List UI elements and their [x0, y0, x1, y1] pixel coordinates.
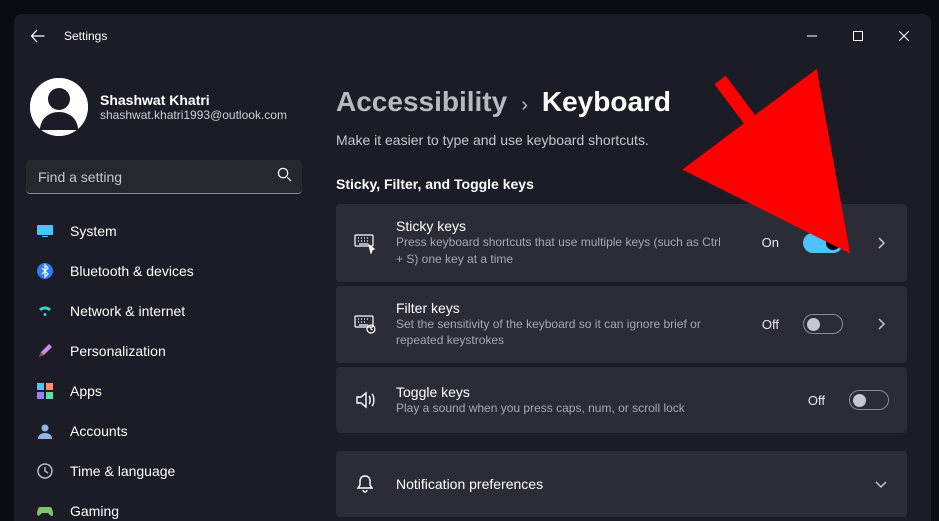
wifi-icon [36, 302, 54, 320]
sound-icon [354, 389, 376, 411]
card-description: Play a sound when you press caps, num, o… [396, 400, 726, 417]
chevron-right-icon[interactable] [873, 236, 889, 250]
close-button[interactable] [881, 20, 927, 52]
nav-label: System [70, 223, 117, 239]
toggle-keys-toggle[interactable] [849, 390, 889, 410]
nav-label: Network & internet [70, 303, 185, 319]
search-input[interactable] [26, 160, 302, 194]
avatar [30, 78, 88, 136]
filter-keys-toggle[interactable] [803, 314, 843, 334]
card-title: Toggle keys [396, 384, 788, 400]
sidebar: Shashwat Khatri shashwat.khatri1993@outl… [14, 58, 314, 521]
nav-label: Bluetooth & devices [70, 263, 194, 279]
avatar-icon [30, 78, 88, 136]
breadcrumb: Accessibility › Keyboard [336, 86, 907, 118]
nav-label: Time & language [70, 463, 175, 479]
page-description: Make it easier to type and use keyboard … [336, 132, 907, 148]
titlebar: Settings [14, 14, 931, 58]
sidebar-item-accounts[interactable]: Accounts [26, 412, 302, 450]
toggle-state-label: Off [808, 393, 825, 408]
keyboard-pointer-icon [354, 232, 376, 254]
nav-label: Accounts [70, 423, 128, 439]
sidebar-item-gaming[interactable]: Gaming [26, 492, 302, 521]
sidebar-item-personalization[interactable]: Personalization [26, 332, 302, 370]
maximize-icon [853, 31, 863, 41]
back-arrow-icon [30, 28, 46, 44]
bluetooth-icon [36, 262, 54, 280]
profile-email: shashwat.khatri1993@outlook.com [100, 108, 287, 122]
filter-keys-card[interactable]: Filter keys Set the sensitivity of the k… [336, 286, 907, 364]
sidebar-item-apps[interactable]: Apps [26, 372, 302, 410]
chevron-right-icon: › [521, 94, 528, 117]
minimize-icon [807, 31, 817, 41]
settings-window: Settings [14, 14, 931, 521]
chevron-down-icon[interactable] [873, 479, 889, 489]
toggle-state-label: On [762, 235, 779, 250]
maximize-button[interactable] [835, 20, 881, 52]
sidebar-item-bluetooth[interactable]: Bluetooth & devices [26, 252, 302, 290]
nav: System Bluetooth & devices Network & int… [26, 212, 302, 521]
card-title: Sticky keys [396, 218, 742, 234]
card-title: Notification preferences [396, 476, 843, 492]
profile-block[interactable]: Shashwat Khatri shashwat.khatri1993@outl… [26, 58, 302, 160]
minimize-button[interactable] [789, 20, 835, 52]
close-icon [899, 31, 909, 41]
sidebar-item-time-language[interactable]: Time & language [26, 452, 302, 490]
window-controls [789, 20, 927, 52]
apps-icon [36, 382, 54, 400]
sticky-keys-toggle[interactable] [803, 233, 843, 253]
search-icon [277, 167, 292, 187]
keyboard-clock-icon [354, 313, 376, 335]
nav-label: Gaming [70, 503, 119, 519]
toggle-keys-card[interactable]: Toggle keys Play a sound when you press … [336, 367, 907, 433]
sticky-keys-card[interactable]: Sticky keys Press keyboard shortcuts tha… [336, 204, 907, 282]
toggle-state-label: Off [762, 317, 779, 332]
back-button[interactable] [20, 18, 56, 54]
page-title: Keyboard [542, 86, 671, 118]
gaming-icon [36, 502, 54, 520]
bell-icon [354, 473, 376, 495]
sidebar-item-network[interactable]: Network & internet [26, 292, 302, 330]
accounts-icon [36, 422, 54, 440]
paintbrush-icon [36, 342, 54, 360]
app-title: Settings [64, 29, 107, 43]
clock-icon [36, 462, 54, 480]
section-title: Sticky, Filter, and Toggle keys [336, 176, 907, 192]
main-content: Accessibility › Keyboard Make it easier … [314, 58, 931, 521]
nav-label: Personalization [70, 343, 166, 359]
nav-label: Apps [70, 383, 102, 399]
card-title: Filter keys [396, 300, 742, 316]
profile-name: Shashwat Khatri [100, 92, 287, 108]
card-description: Set the sensitivity of the keyboard so i… [396, 316, 726, 350]
sidebar-item-system[interactable]: System [26, 212, 302, 250]
search-box [26, 160, 302, 194]
system-icon [36, 222, 54, 240]
breadcrumb-parent[interactable]: Accessibility [336, 86, 507, 118]
chevron-right-icon[interactable] [873, 317, 889, 331]
settings-cards: Sticky keys Press keyboard shortcuts tha… [336, 204, 907, 517]
card-description: Press keyboard shortcuts that use multip… [396, 234, 726, 268]
notification-preferences-card[interactable]: Notification preferences [336, 451, 907, 517]
